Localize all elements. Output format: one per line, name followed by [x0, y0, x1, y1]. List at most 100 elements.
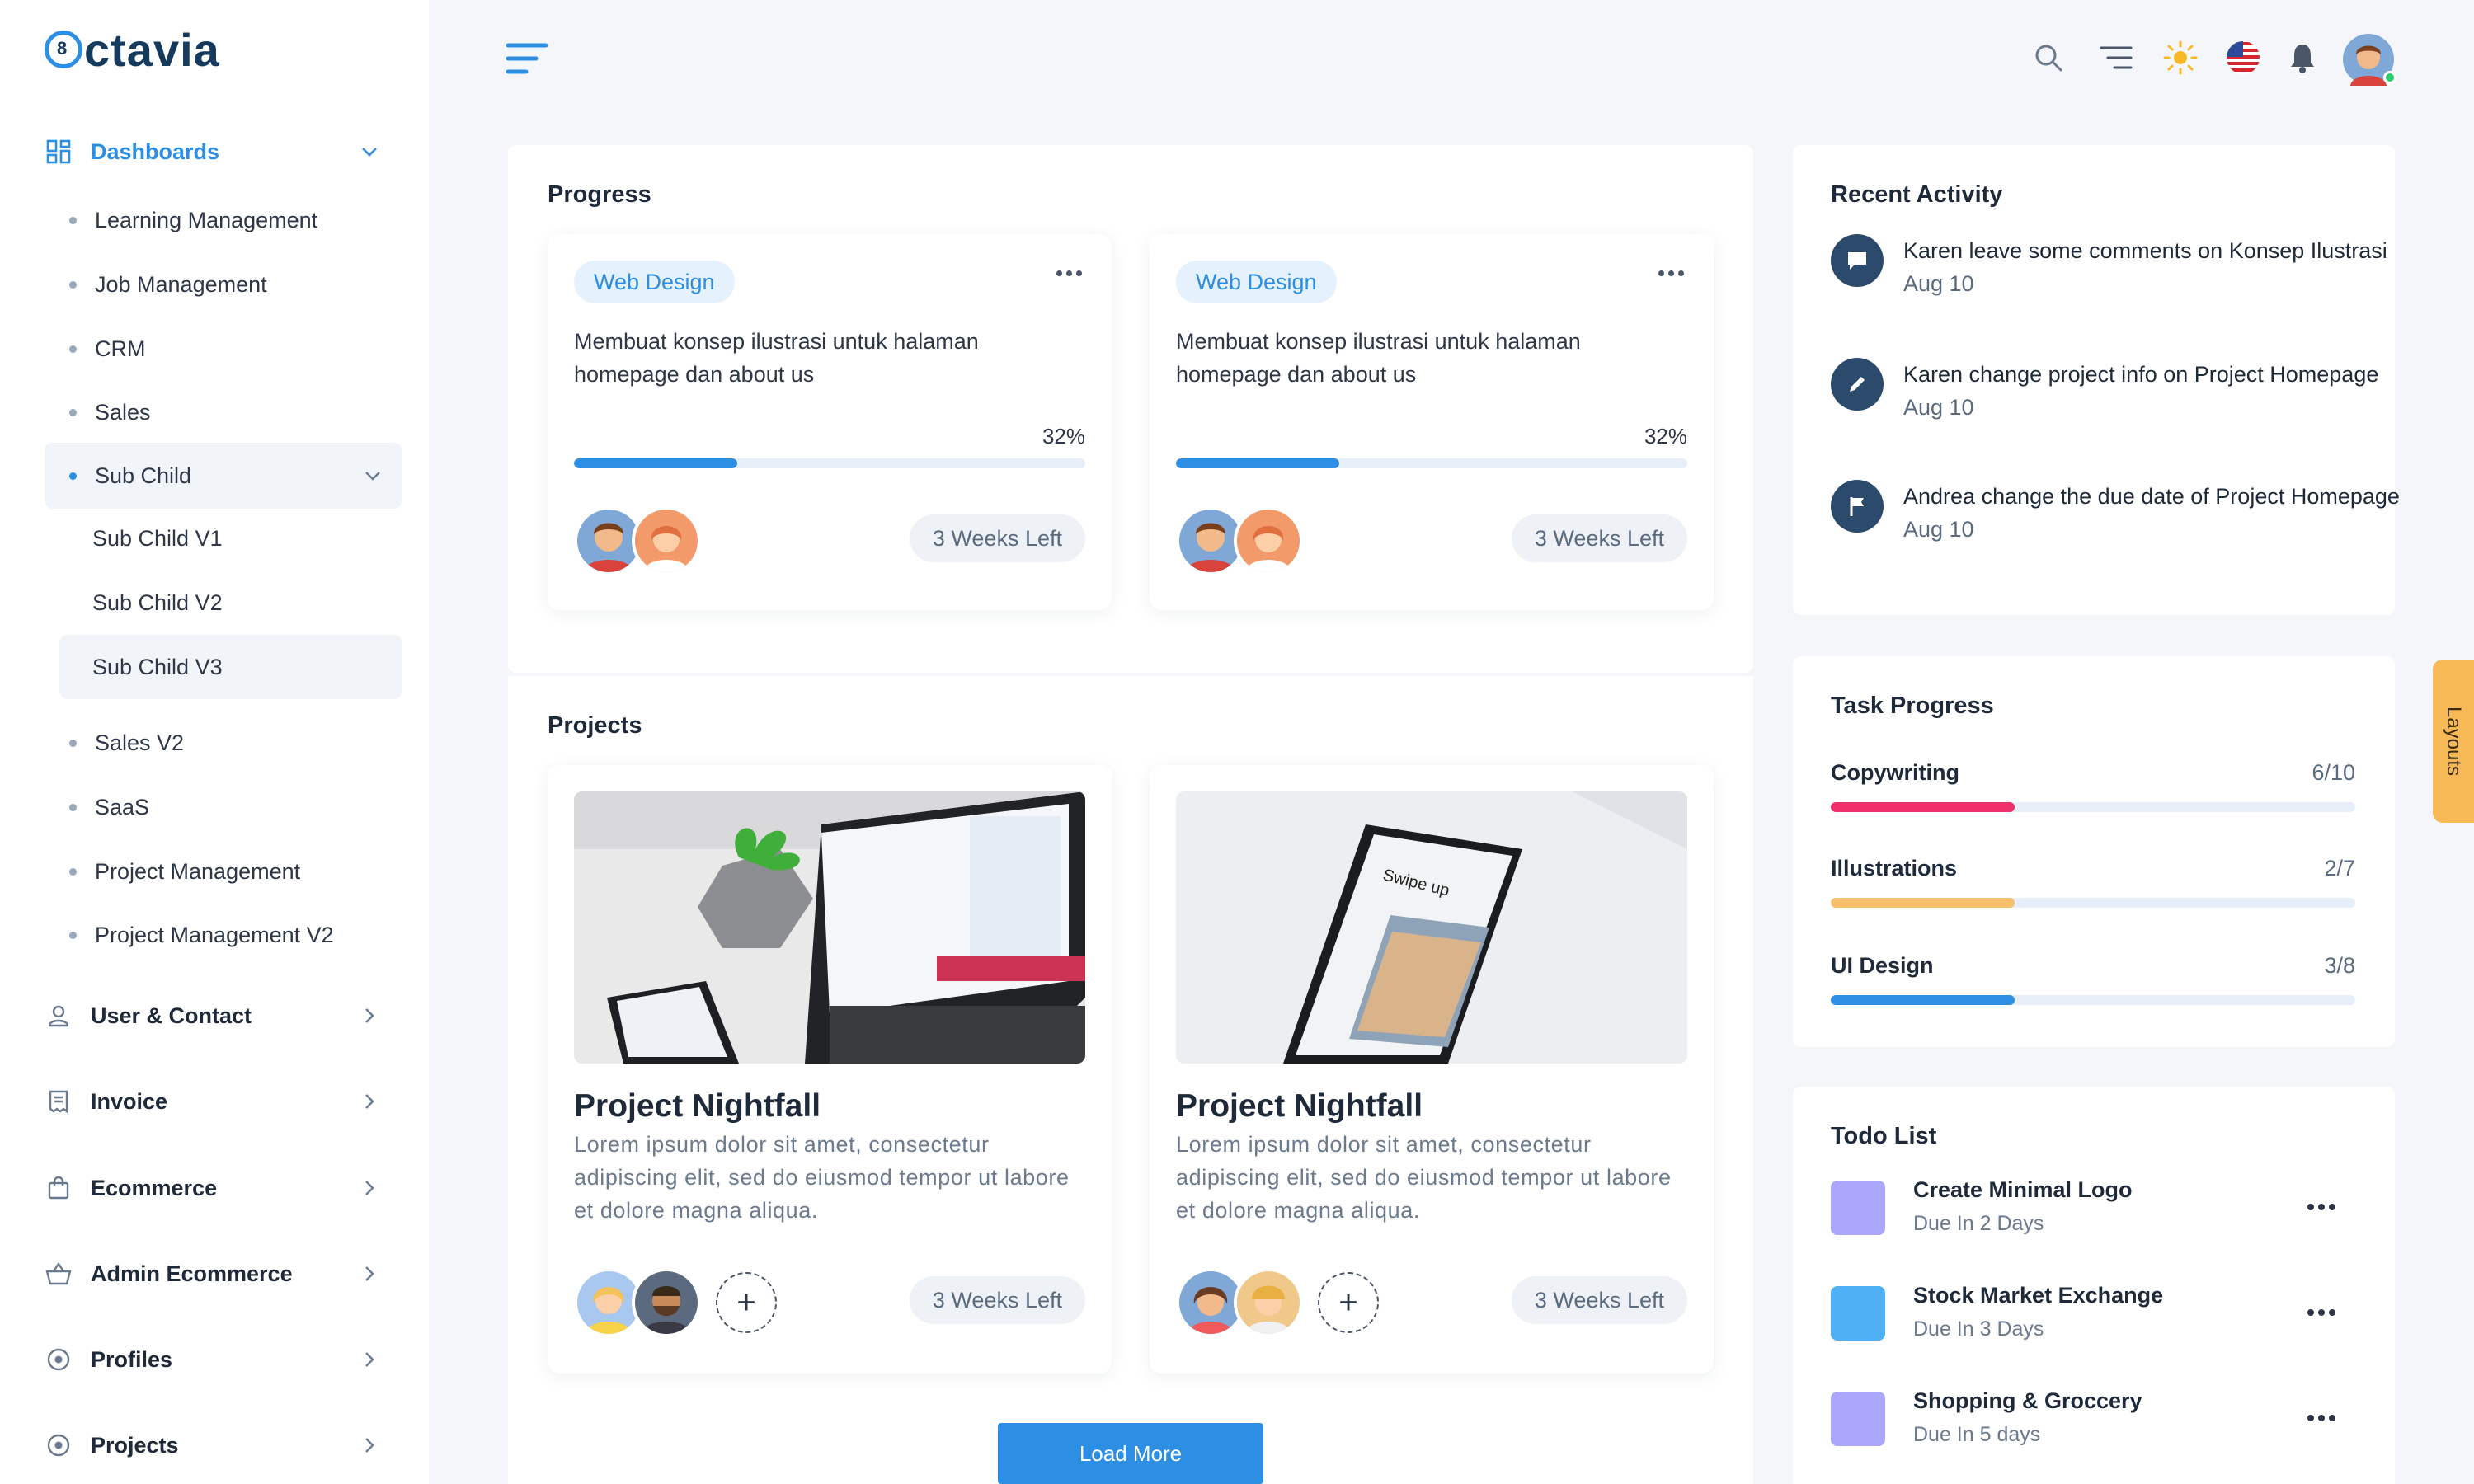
search-icon[interactable]: [2030, 40, 2067, 76]
filter-list-icon[interactable]: [2098, 40, 2134, 76]
task-bar-fill: [1831, 802, 2015, 812]
nav-label: Invoice: [91, 1088, 168, 1114]
todo-item[interactable]: Create Minimal Logo Due In 2 Days: [1831, 1171, 2355, 1245]
activity-item[interactable]: Karen leave some comments on Konsep Ilus…: [1831, 234, 2415, 300]
more-options-icon[interactable]: [2307, 1204, 2335, 1210]
add-member-button[interactable]: +: [716, 1272, 777, 1333]
section-title: Task Progress: [1831, 693, 1994, 719]
activity-item[interactable]: Andrea change the due date of Project Ho…: [1831, 480, 2415, 546]
sidebar-item-learning-management[interactable]: Learning Management: [45, 194, 402, 247]
nav-ecommerce[interactable]: Ecommerce: [45, 1162, 402, 1214]
sidebar-item-sub-child[interactable]: Sub Child: [45, 443, 402, 509]
more-options-icon[interactable]: [1658, 270, 1684, 276]
todo-title: Stock Market Exchange: [1913, 1283, 2164, 1308]
nav-profiles[interactable]: Profiles: [45, 1333, 402, 1386]
sidebar-child-v2[interactable]: Sub Child V2: [59, 576, 402, 629]
task-progress-item: Illustrations 2/7: [1831, 856, 2355, 908]
task-description: Membuat konsep ilustrasi untuk halaman h…: [574, 329, 979, 387]
bullet-icon: [69, 472, 77, 480]
sidebar-item-project-management-v2[interactable]: Project Management V2: [45, 909, 402, 961]
bullet-icon: [69, 345, 77, 353]
project-title[interactable]: Project Nightfall: [574, 1088, 821, 1125]
todo-title: Create Minimal Logo: [1913, 1177, 2133, 1202]
brand-logo[interactable]: ctavia: [45, 23, 220, 76]
avatar[interactable]: [632, 506, 701, 575]
load-more-button[interactable]: Load More: [998, 1423, 1263, 1484]
nav-label: Admin Ecommerce: [91, 1261, 293, 1286]
project-title[interactable]: Project Nightfall: [1176, 1088, 1423, 1125]
nav-invoice[interactable]: Invoice: [45, 1075, 402, 1128]
user-avatar[interactable]: [2342, 33, 2396, 86]
sidebar: ctavia Dashboards Learning Management Jo…: [0, 0, 429, 1484]
task-bar: [1831, 995, 2355, 1005]
team-avatars: +: [1176, 1268, 1379, 1337]
add-member-button[interactable]: +: [1318, 1272, 1379, 1333]
layouts-tab[interactable]: Layouts: [2433, 660, 2474, 823]
shopping-bag-icon: [45, 1174, 73, 1202]
bullet-icon: [69, 216, 77, 224]
nav-admin-ecommerce[interactable]: Admin Ecommerce: [45, 1247, 402, 1300]
todo-color-swatch: [1831, 1181, 1885, 1235]
progress-section: Progress Web Design Membuat konsep ilust…: [508, 145, 1753, 673]
sidebar-item-label: Learning Management: [95, 207, 318, 232]
chevron-down-icon: [358, 140, 381, 169]
more-options-icon[interactable]: [1056, 270, 1082, 276]
more-options-icon[interactable]: [2307, 1415, 2335, 1421]
todo-item[interactable]: Stock Market Exchange Due In 3 Days: [1831, 1276, 2355, 1350]
bullet-icon: [69, 803, 77, 811]
team-avatars: +: [574, 1268, 777, 1337]
todo-color-swatch: [1831, 1286, 1885, 1341]
task-bar: [1831, 802, 2355, 812]
nav-dashboards-label: Dashboards: [91, 139, 220, 164]
task-bar-fill: [1831, 995, 2015, 1005]
avatar[interactable]: [1234, 1268, 1303, 1337]
chevron-right-icon: [358, 1004, 381, 1033]
bell-icon[interactable]: [2284, 40, 2321, 76]
sidebar-item-sales-v2[interactable]: Sales V2: [45, 716, 402, 769]
project-image[interactable]: Swipe up: [1176, 791, 1687, 1064]
activity-item[interactable]: Karen change project info on Project Hom…: [1831, 358, 2415, 424]
chevron-right-icon: [358, 1348, 381, 1377]
sidebar-item-saas[interactable]: SaaS: [45, 781, 402, 834]
brand-name: ctavia: [84, 23, 220, 76]
category-tag[interactable]: Web Design: [1176, 261, 1337, 303]
todo-title: Shopping & Groccery: [1913, 1388, 2142, 1413]
avatar[interactable]: [1234, 506, 1303, 575]
sidebar-child-v3[interactable]: Sub Child V3: [59, 635, 402, 699]
section-title: Todo List: [1831, 1123, 1937, 1149]
us-flag-icon[interactable]: [2225, 40, 2261, 76]
activity-date: Aug 10: [1903, 271, 1974, 296]
menu-toggle-icon[interactable]: [505, 41, 549, 80]
more-options-icon[interactable]: [2307, 1309, 2335, 1316]
chevron-down-icon: [361, 464, 384, 493]
sidebar-item-project-management[interactable]: Project Management: [45, 845, 402, 898]
grid-icon: [45, 138, 73, 166]
projects-section: Projects Project Nightfall Lorem ipsum d…: [508, 676, 1753, 1484]
sidebar-item-sales[interactable]: Sales: [45, 386, 402, 439]
project-image[interactable]: [574, 791, 1085, 1064]
section-title: Progress: [548, 181, 651, 208]
flag-icon: [1831, 480, 1884, 533]
sun-icon[interactable]: [2162, 40, 2199, 76]
nav-dashboards[interactable]: Dashboards: [45, 125, 402, 178]
avatar[interactable]: [632, 1268, 701, 1337]
time-left-badge: 3 Weeks Left: [909, 1276, 1085, 1324]
category-tag[interactable]: Web Design: [574, 261, 735, 303]
task-count: 3/8: [2324, 953, 2355, 978]
sidebar-item-label: SaaS: [95, 794, 150, 819]
progress-bar-fill: [574, 458, 738, 468]
progress-percent: 32%: [1644, 424, 1687, 448]
sidebar-item-crm[interactable]: CRM: [45, 322, 402, 375]
progress-bar-fill: [1176, 458, 1340, 468]
logo-mark-icon: [45, 31, 82, 68]
sidebar-child-v1[interactable]: Sub Child V1: [59, 512, 402, 565]
nav-projects[interactable]: Projects: [45, 1419, 402, 1472]
todo-item[interactable]: Shopping & Groccery Due In 5 days: [1831, 1382, 2355, 1456]
nav-user-contact[interactable]: User & Contact: [45, 989, 402, 1042]
sidebar-item-label: Sales V2: [95, 730, 185, 755]
sidebar-item-job-management[interactable]: Job Management: [45, 258, 402, 311]
sidebar-item-label: Project Management V2: [95, 922, 334, 947]
chevron-right-icon: [358, 1176, 381, 1205]
bullet-icon: [69, 931, 77, 939]
sidebar-child-label: Sub Child V2: [92, 589, 223, 615]
